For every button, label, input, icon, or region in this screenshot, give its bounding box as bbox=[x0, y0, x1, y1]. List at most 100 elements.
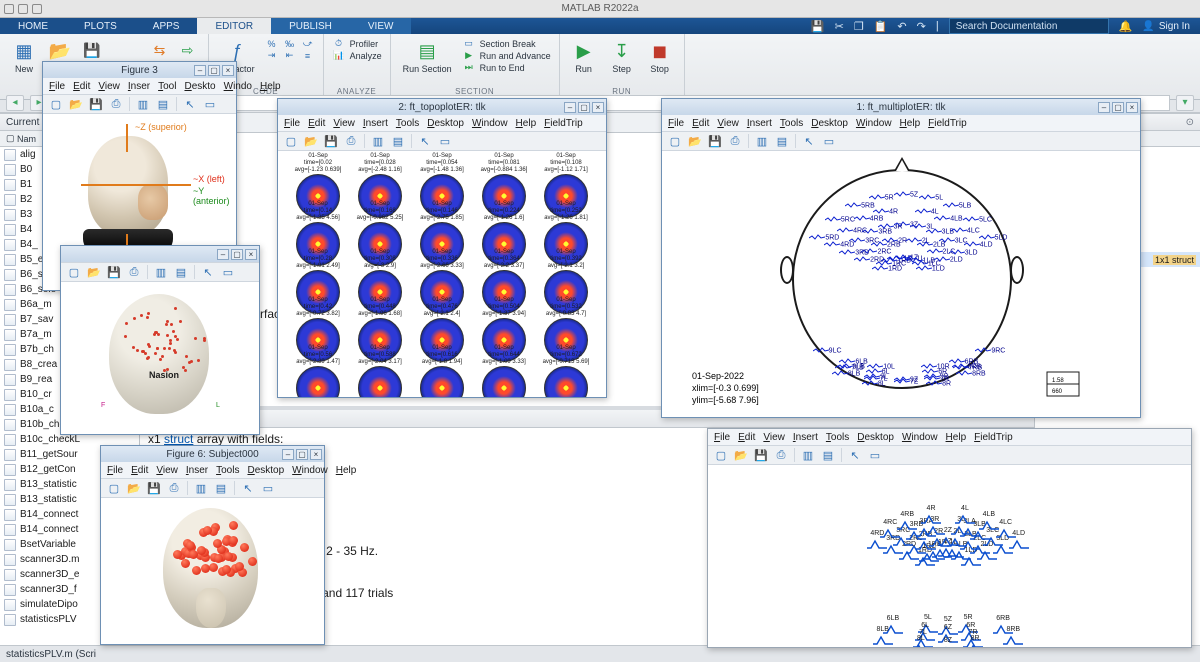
electrode-label[interactable]: 9LC bbox=[813, 346, 842, 355]
menu-item[interactable]: Deskto bbox=[184, 81, 215, 92]
cut-icon[interactable]: ✂ bbox=[835, 20, 844, 33]
menu-item[interactable]: File bbox=[107, 465, 123, 476]
win-btn[interactable] bbox=[18, 4, 28, 14]
close-icon[interactable]: × bbox=[592, 102, 604, 113]
min-icon[interactable]: – bbox=[217, 249, 229, 260]
run-section-button[interactable]: ▤Run Section bbox=[399, 38, 456, 76]
menu-item[interactable]: Insert bbox=[793, 432, 818, 443]
electrode-label[interactable]: 4R bbox=[873, 207, 898, 216]
topo-cell[interactable]: 01-Septime=[0.616avg=[-1.8 1.94] bbox=[418, 345, 466, 397]
close-icon[interactable]: × bbox=[245, 249, 257, 260]
topo-cell[interactable]: 01-Septime=[0.588avg=[-2.04 3.17] bbox=[356, 345, 404, 397]
edit-icon[interactable]: ▭ bbox=[219, 264, 237, 280]
electrode-plot[interactable]: 8Z bbox=[938, 637, 958, 647]
menu-item[interactable]: View bbox=[333, 118, 355, 129]
figure-toolbar[interactable]: ▢ 📂 💾 ⎙ ▥ ▤ ↖ ▭ bbox=[61, 262, 259, 282]
insert-colorbar-icon[interactable]: ▤ bbox=[389, 133, 407, 149]
menu-item[interactable]: View bbox=[717, 118, 739, 129]
pointer-icon[interactable]: ↖ bbox=[239, 480, 257, 496]
menu-item[interactable]: Edit bbox=[308, 118, 325, 129]
electrode-label[interactable]: 5LC bbox=[963, 215, 992, 224]
find-files-icon[interactable]: ⇆ bbox=[148, 38, 172, 62]
copy-icon[interactable]: ❐ bbox=[854, 20, 864, 33]
new-fig-icon[interactable]: ▢ bbox=[282, 133, 300, 149]
min-icon[interactable]: – bbox=[1098, 102, 1110, 113]
insert-colorbar-icon[interactable]: ▤ bbox=[172, 264, 190, 280]
insert-colorbar-icon[interactable]: ▤ bbox=[154, 96, 172, 112]
menu-item[interactable]: Desktop bbox=[427, 118, 464, 129]
menu-item[interactable]: View bbox=[763, 432, 785, 443]
electrode-plot[interactable]: 6Z bbox=[938, 624, 958, 636]
figure-toolbar[interactable]: ▢ 📂 💾 ⎙ ▥ ▤ ↖ ▭ bbox=[43, 94, 236, 114]
figure-toolbar[interactable]: ▢ 📂 💾 ⎙ ▥ ▤ ↖ ▭ bbox=[662, 131, 1140, 151]
menu-item[interactable]: View bbox=[98, 81, 120, 92]
tab-home[interactable]: HOME bbox=[0, 18, 66, 34]
menu-item[interactable]: View bbox=[156, 465, 178, 476]
linkplot-icon[interactable]: ▥ bbox=[799, 447, 817, 463]
topo-cell[interactable]: 01-Septime=[0.56avg=[-2.39 1.47] bbox=[294, 345, 342, 397]
electrode-label[interactable]: 8L bbox=[862, 379, 886, 388]
save-icon[interactable]: 💾 bbox=[811, 20, 825, 33]
save-icon[interactable]: 💾 bbox=[87, 96, 105, 112]
print-icon[interactable]: ⎙ bbox=[125, 264, 143, 280]
tab-editor[interactable]: EDITOR bbox=[197, 18, 271, 34]
electrode-label[interactable]: 5R bbox=[869, 193, 894, 202]
menu-item[interactable]: Desktop bbox=[811, 118, 848, 129]
max-icon[interactable]: ▢ bbox=[296, 449, 308, 460]
open-icon[interactable]: 📂 bbox=[302, 133, 320, 149]
topo-cell[interactable]: 01-Septime=[0.672avg=[-0.713 5.69] bbox=[542, 345, 590, 397]
figure-window-eegcap[interactable]: –▢× ▢ 📂 💾 ⎙ ▥ ▤ ↖ ▭ Nasion F L bbox=[60, 245, 260, 435]
save-icon[interactable]: 💾 bbox=[752, 447, 770, 463]
menu-item[interactable]: Help bbox=[946, 432, 967, 443]
tab-apps[interactable]: APPS bbox=[135, 18, 198, 34]
edit-icon[interactable]: ▭ bbox=[866, 447, 884, 463]
new-fig-icon[interactable]: ▢ bbox=[666, 133, 684, 149]
figure-canvas[interactable]: 01-Septime=[0.02avg=[-1.23 0.639]01-Sept… bbox=[278, 151, 606, 397]
menu-item[interactable]: Insert bbox=[747, 118, 772, 129]
linkplot-icon[interactable]: ▥ bbox=[134, 96, 152, 112]
new-fig-icon[interactable]: ▢ bbox=[712, 447, 730, 463]
figure-canvas[interactable] bbox=[101, 498, 324, 644]
max-icon[interactable]: ▢ bbox=[231, 249, 243, 260]
tab-publish[interactable]: PUBLISH bbox=[271, 18, 350, 34]
electrode-label[interactable]: 5LD bbox=[979, 233, 1008, 242]
insert-colorbar-icon[interactable]: ▤ bbox=[212, 480, 230, 496]
electrode-plot[interactable]: 8R bbox=[965, 635, 985, 647]
electrode-label[interactable]: 9RC bbox=[975, 346, 1005, 355]
doc-search[interactable]: Search Documentation bbox=[949, 18, 1109, 34]
menu-item[interactable]: Desktop bbox=[857, 432, 894, 443]
print-icon[interactable]: ⎙ bbox=[165, 480, 183, 496]
figure-menubar[interactable]: FileEditViewInsertToolsDesktopWindowHelp… bbox=[662, 115, 1140, 131]
goto-icon[interactable]: ⇨ bbox=[176, 38, 200, 62]
electrode-label[interactable]: 10L bbox=[867, 362, 895, 371]
edit-icon[interactable]: ▭ bbox=[820, 133, 838, 149]
electrode-label[interactable]: 9L bbox=[864, 372, 888, 381]
menu-item[interactable]: File bbox=[49, 81, 65, 92]
min-icon[interactable]: – bbox=[282, 449, 294, 460]
pointer-icon[interactable]: ↖ bbox=[416, 133, 434, 149]
electrode-label[interactable]: 5RB bbox=[845, 201, 875, 210]
close-icon[interactable]: × bbox=[310, 449, 322, 460]
open-icon[interactable]: 📂 bbox=[85, 264, 103, 280]
close-icon[interactable]: × bbox=[222, 65, 234, 76]
print-icon[interactable]: ⎙ bbox=[342, 133, 360, 149]
win-btn[interactable] bbox=[32, 4, 42, 14]
menu-item[interactable]: Edit bbox=[73, 81, 90, 92]
menu-item[interactable]: File bbox=[668, 118, 684, 129]
new-fig-icon[interactable]: ▢ bbox=[65, 264, 83, 280]
electrode-label[interactable]: 8R bbox=[926, 379, 951, 388]
redo-icon[interactable]: ↷ bbox=[917, 20, 926, 33]
open-icon[interactable]: 📂 bbox=[686, 133, 704, 149]
electrode-label[interactable]: 5L bbox=[919, 193, 943, 202]
menu-item[interactable]: Edit bbox=[692, 118, 709, 129]
new-button[interactable]: ▦New bbox=[8, 38, 40, 76]
menu-item[interactable]: Help bbox=[516, 118, 537, 129]
menu-item[interactable]: FieldTrip bbox=[544, 118, 583, 129]
edit-icon[interactable]: ▭ bbox=[436, 133, 454, 149]
figure-toolbar[interactable]: ▢ 📂 💾 ⎙ ▥ ▤ ↖ ▭ bbox=[708, 445, 1191, 465]
menu-item[interactable]: Tool bbox=[158, 81, 176, 92]
linkplot-icon[interactable]: ▥ bbox=[192, 480, 210, 496]
figure-window-6[interactable]: Figure 6: Subject000 –▢× FileEditViewIns… bbox=[100, 445, 325, 645]
tab-view[interactable]: VIEW bbox=[350, 18, 412, 34]
menu-item[interactable]: Inser bbox=[128, 81, 150, 92]
